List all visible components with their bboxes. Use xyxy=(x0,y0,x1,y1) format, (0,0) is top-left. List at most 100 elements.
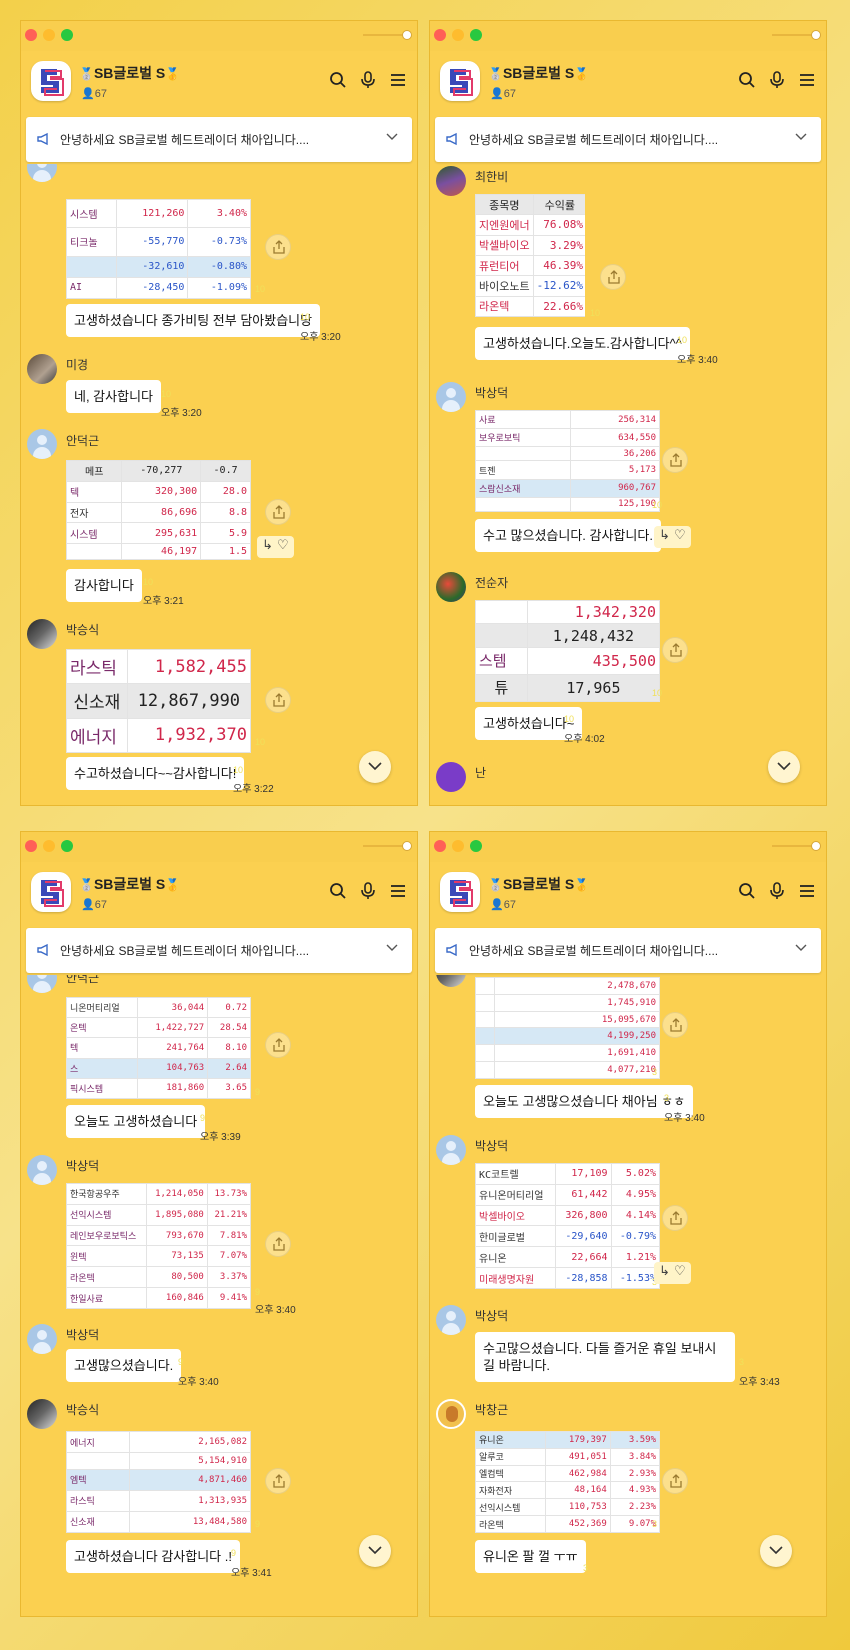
heart-icon[interactable]: ♡ xyxy=(674,1264,686,1279)
shared-image[interactable]: 라스틱 1,582,455 신소재 12,867,990 에너지 1,932,370 xyxy=(66,649,251,753)
opacity-slider[interactable] xyxy=(363,30,412,40)
microphone-icon[interactable] xyxy=(359,71,377,89)
menu-icon[interactable] xyxy=(389,71,407,89)
maximize-window-button[interactable] xyxy=(470,29,482,41)
shared-image[interactable]: 종목명 수익률 지엔원에너 76.08% 박셀바이오 3.29% 퓨런티어 46.39%… xyxy=(475,194,585,317)
message-bubble[interactable]: 고생많으셨습니다. xyxy=(66,1349,182,1382)
message-bubble[interactable]: 수고많으셨습니다. 다들 즐거운 휴일 보내시길 바람니다. xyxy=(475,1332,735,1382)
share-button[interactable] xyxy=(265,1231,291,1257)
share-button[interactable] xyxy=(265,234,291,260)
share-button[interactable] xyxy=(265,1468,291,1494)
chat-room-logo[interactable] xyxy=(31,872,71,912)
menu-icon[interactable] xyxy=(389,882,407,900)
shared-image[interactable]: 니온머티리얼 36,044 0.72 온텍 1,422,727 28.54 텍 241,7… xyxy=(66,997,251,1099)
scroll-down-button[interactable] xyxy=(359,1535,391,1567)
reaction-bar[interactable]: ↳ ♡ xyxy=(257,536,294,558)
minimize-window-button[interactable] xyxy=(43,840,55,852)
scroll-down-button[interactable] xyxy=(359,751,391,783)
reply-icon[interactable]: ↳ xyxy=(659,1264,670,1279)
message-bubble[interactable]: 오늘도 고생많으셨습니다 채아님 ㅎㅎ xyxy=(475,1085,694,1118)
shared-image[interactable]: 에너지 2,165,082 5,154,910 엠텍 4,871,460 라스틱 1,… xyxy=(66,1431,251,1533)
avatar[interactable] xyxy=(27,429,57,459)
chat-room-logo[interactable] xyxy=(440,61,480,101)
scroll-down-button[interactable] xyxy=(768,751,800,783)
chat-room-logo[interactable] xyxy=(31,61,71,101)
chevron-down-icon[interactable] xyxy=(795,944,807,952)
message-bubble[interactable]: 네, 감사합니다 xyxy=(66,380,161,413)
chevron-down-icon[interactable] xyxy=(795,133,807,141)
message-bubble[interactable]: 오늘도 고생하셨습니다 xyxy=(66,1105,206,1138)
heart-icon[interactable]: ♡ xyxy=(277,538,289,553)
notice-banner[interactable]: 안녕하세요 SB글로벌 헤드트레이더 채아입니다.... xyxy=(26,928,412,973)
opacity-slider[interactable] xyxy=(772,30,821,40)
reaction-bar[interactable]: ↳ ♡ xyxy=(654,526,691,548)
microphone-icon[interactable] xyxy=(768,882,786,900)
share-button[interactable] xyxy=(662,637,688,663)
menu-icon[interactable] xyxy=(798,882,816,900)
message-bubble[interactable]: 유니온 팔 껄 ㅜㅠ xyxy=(475,1540,586,1573)
avatar[interactable] xyxy=(27,1155,57,1185)
shared-image[interactable]: 2,478,670 1,745,910 15,095,670 4,199,250… xyxy=(475,977,660,1079)
shared-image[interactable]: 유니온 179,397 3.59% 알루코 491,051 3.84% 엘컴텍 462,9… xyxy=(475,1431,660,1533)
message-bubble[interactable]: 고생하셨습니다.오늘도.감사합니다^^ xyxy=(475,327,690,360)
opacity-slider[interactable] xyxy=(772,841,821,851)
message-list[interactable]: 최한비 종목명 수익률 지엔원에너 76.08% 박셀바이오 3.29% 퓨런티어 46… xyxy=(430,164,826,805)
microphone-icon[interactable] xyxy=(359,882,377,900)
avatar[interactable] xyxy=(27,1324,57,1354)
minimize-window-button[interactable] xyxy=(452,29,464,41)
notice-banner[interactable]: 안녕하세요 SB글로벌 헤드트레이더 채아입니다.... xyxy=(435,928,821,973)
share-button[interactable] xyxy=(662,1468,688,1494)
message-bubble[interactable]: 수고 많으셨습니다. 감사합니다. xyxy=(475,519,661,552)
search-icon[interactable] xyxy=(329,882,347,900)
chevron-down-icon[interactable] xyxy=(386,944,398,952)
reply-icon[interactable]: ↳ xyxy=(262,538,273,553)
share-button[interactable] xyxy=(265,1032,291,1058)
heart-icon[interactable]: ♡ xyxy=(674,528,686,543)
notice-banner[interactable]: 안녕하세요 SB글로벌 헤드트레이더 채아입니다.... xyxy=(26,117,412,162)
scroll-down-button[interactable] xyxy=(760,1535,792,1567)
avatar[interactable] xyxy=(436,166,466,196)
maximize-window-button[interactable] xyxy=(61,840,73,852)
share-button[interactable] xyxy=(265,499,291,525)
chevron-down-icon[interactable] xyxy=(386,133,398,141)
close-window-button[interactable] xyxy=(434,840,446,852)
avatar[interactable] xyxy=(27,619,57,649)
avatar[interactable] xyxy=(436,572,466,602)
close-window-button[interactable] xyxy=(25,29,37,41)
chat-room-logo[interactable] xyxy=(440,872,480,912)
message-bubble[interactable]: 고생하셨습니다 종가비팅 전부 담아봤습니당 xyxy=(66,304,321,337)
shared-image[interactable]: 한국항공우주 1,214,050 13.73% 선익시스템 1,895,080 21.2… xyxy=(66,1183,251,1309)
maximize-window-button[interactable] xyxy=(470,840,482,852)
avatar[interactable] xyxy=(436,975,466,987)
share-button[interactable] xyxy=(662,447,688,473)
avatar[interactable] xyxy=(27,975,57,993)
message-bubble[interactable]: 고생하셨습니다 감사합니다 .! xyxy=(66,1540,240,1573)
message-list[interactable]: 2,478,670 1,745,910 15,095,670 4,199,250… xyxy=(430,975,826,1616)
search-icon[interactable] xyxy=(738,71,756,89)
shared-image[interactable]: 메프 -70,277 -0.7 텍 320,300 28.0 전자 86,696 8.8 시… xyxy=(66,460,251,560)
notice-banner[interactable]: 안녕하세요 SB글로벌 헤드트레이더 채아입니다.... xyxy=(435,117,821,162)
search-icon[interactable] xyxy=(738,882,756,900)
opacity-slider[interactable] xyxy=(363,841,412,851)
close-window-button[interactable] xyxy=(25,840,37,852)
reply-icon[interactable]: ↳ xyxy=(659,528,670,543)
close-window-button[interactable] xyxy=(434,29,446,41)
avatar[interactable] xyxy=(436,1135,466,1165)
share-button[interactable] xyxy=(600,264,626,290)
shared-image[interactable]: KC코트렐 17,109 5.02% 유니온머티리얼 61,442 4.95% 박셀바이… xyxy=(475,1163,660,1289)
share-button[interactable] xyxy=(662,1012,688,1038)
shared-image[interactable]: 시스템 121,260 3.40% 티크놀 -55,770 -0.73% -32,610… xyxy=(66,199,251,299)
shared-image[interactable]: 사료 256,314 보우로보틱 634,550 36,206 트젠 5,173 스람… xyxy=(475,410,660,512)
microphone-icon[interactable] xyxy=(768,71,786,89)
avatar[interactable] xyxy=(436,1399,466,1429)
avatar[interactable] xyxy=(27,354,57,384)
minimize-window-button[interactable] xyxy=(43,29,55,41)
maximize-window-button[interactable] xyxy=(61,29,73,41)
avatar[interactable] xyxy=(436,382,466,412)
reaction-bar[interactable]: ↳ ♡ xyxy=(654,1262,691,1284)
share-button[interactable] xyxy=(265,687,291,713)
avatar[interactable] xyxy=(27,1399,57,1429)
message-list[interactable]: 안덕근 니온머티리얼 36,044 0.72 온텍 1,422,727 28.54 텍2… xyxy=(21,975,417,1616)
avatar[interactable] xyxy=(436,762,466,792)
message-list[interactable]: 시스템 121,260 3.40% 티크놀 -55,770 -0.73% -32,610… xyxy=(21,164,417,805)
